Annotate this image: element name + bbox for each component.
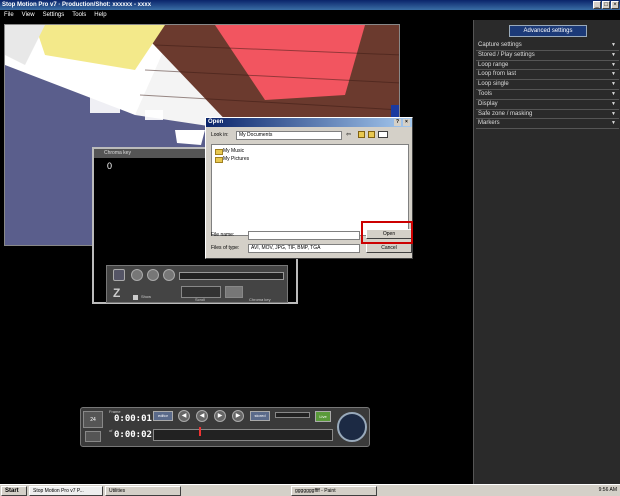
list-item[interactable]: My Pictures xyxy=(215,156,249,163)
back-icon[interactable]: ⇦ xyxy=(346,131,351,138)
show-checkbox[interactable] xyxy=(133,295,138,300)
stored-button[interactable]: stored xyxy=(250,411,270,421)
settings-row[interactable]: Loop range ▼ xyxy=(476,61,619,71)
list-item[interactable]: My Music xyxy=(215,148,244,155)
files-of-type-label: Files of type: xyxy=(211,245,240,251)
tolerance-slider[interactable] xyxy=(179,272,284,280)
capture-dial-icon[interactable] xyxy=(337,412,367,442)
dropdown-arrow-icon: ▼ xyxy=(611,81,616,88)
system-clock: 9:56 AM xyxy=(598,487,617,493)
fps-value: 24 xyxy=(90,417,96,423)
menu-file[interactable]: File xyxy=(4,12,14,18)
transport-bar: 24 Frame 0:00:01 of 0:00:02 editor ◀ ◀ ▶… xyxy=(80,407,370,447)
chroma-key-button[interactable] xyxy=(225,286,243,298)
open-dialog-title-text: Open xyxy=(208,119,224,125)
settings-row-label: Capture settings xyxy=(478,42,522,48)
taskbar-item-stop-motion[interactable]: Stop Motion Pro v7 P... xyxy=(29,485,103,496)
color-picker-button[interactable] xyxy=(163,269,175,281)
rewind-icon[interactable]: ◀ xyxy=(178,410,190,422)
dropdown-arrow-icon: ▼ xyxy=(611,71,616,78)
settings-row[interactable]: Capture settings ▼ xyxy=(476,41,619,51)
playhead-marker[interactable] xyxy=(199,427,201,436)
current-time: 0:00:01 xyxy=(114,414,152,424)
volume-slider[interactable] xyxy=(275,412,310,418)
dropdown-arrow-icon: ▼ xyxy=(611,120,616,127)
settings-row[interactable]: Markers ▼ xyxy=(476,119,619,130)
total-time: 0:00:02 xyxy=(114,430,152,440)
menu-bar: File View Settings Tools Help xyxy=(0,10,620,20)
chroma-value: 0 xyxy=(107,161,113,171)
settings-row[interactable]: Tools ▼ xyxy=(476,90,619,100)
highlight-box xyxy=(361,221,413,244)
step-forward-icon[interactable]: ▶ xyxy=(232,410,244,422)
open-folder-icon[interactable] xyxy=(113,269,125,281)
dropdown-arrow-icon: ▼ xyxy=(611,110,616,117)
window-title: Stop Motion Pro v7 · Production/Shot: xx… xyxy=(2,2,152,8)
timeline-slider[interactable] xyxy=(153,429,333,441)
menu-tools[interactable]: Tools xyxy=(72,12,86,18)
open-dialog-title: Open ? × xyxy=(206,118,412,127)
settings-row-label: Loop range xyxy=(478,61,509,68)
camera-icon[interactable] xyxy=(85,431,101,442)
look-in-select[interactable]: My Documents xyxy=(236,131,342,140)
dialog-close-button[interactable]: × xyxy=(403,119,410,126)
up-folder-icon[interactable] xyxy=(358,131,365,138)
chroma-key-label: Chroma key xyxy=(249,297,271,302)
settings-row-label: Loop single xyxy=(478,81,509,88)
live-button[interactable]: Live xyxy=(315,411,331,422)
settings-row[interactable]: Display ▼ xyxy=(476,100,619,110)
dropdown-arrow-icon: ▼ xyxy=(611,100,616,107)
dropdown-arrow-icon: ▼ xyxy=(611,61,616,68)
look-in-label: Look in: xyxy=(211,132,229,138)
play-icon[interactable]: ▶ xyxy=(214,410,226,422)
settings-row[interactable]: Stored / Play settings ▼ xyxy=(476,51,619,61)
minimize-button[interactable]: _ xyxy=(593,1,601,9)
settings-row[interactable]: Safe zone / masking ▼ xyxy=(476,110,619,120)
file-name-label: File name: xyxy=(211,232,235,238)
chroma-controls: Z Show Scroll Chroma key xyxy=(106,265,288,303)
new-folder-icon[interactable] xyxy=(368,131,375,138)
files-of-type-select[interactable]: AVI, MOV, JPG, TIF, BMP, TGA xyxy=(248,244,360,253)
settings-list: Capture settings ▼ Stored / Play settings… xyxy=(476,41,619,130)
file-name-field[interactable] xyxy=(248,231,360,240)
color-picker-button[interactable] xyxy=(131,269,143,281)
look-in-value: My Documents xyxy=(239,132,273,138)
maximize-button[interactable]: □ xyxy=(602,1,610,9)
settings-row[interactable]: Loop from last ▼ xyxy=(476,70,619,81)
menu-settings[interactable]: Settings xyxy=(43,12,65,18)
settings-row-label: Markers xyxy=(478,120,500,127)
settings-row-label: Display xyxy=(478,100,498,107)
show-label: Show xyxy=(141,294,152,299)
settings-row-label: Tools xyxy=(478,90,493,97)
close-button[interactable]: × xyxy=(611,1,619,9)
cancel-button[interactable]: Cancel xyxy=(366,243,412,253)
settings-row-label: Stored / Play settings xyxy=(478,51,535,58)
editor-button[interactable]: editor xyxy=(153,411,173,421)
step-back-icon[interactable]: ◀ xyxy=(196,410,208,422)
taskbar-item-utilities[interactable]: Utilities xyxy=(105,485,181,496)
advanced-settings-button[interactable]: Advanced settings xyxy=(509,25,587,37)
fps-box[interactable]: 24 xyxy=(83,411,103,428)
of-label: of xyxy=(109,428,113,433)
menu-view[interactable]: View xyxy=(22,12,35,18)
help-button[interactable]: ? xyxy=(394,119,401,126)
menu-help[interactable]: Help xyxy=(94,12,106,18)
dropdown-arrow-icon: ▼ xyxy=(611,90,616,97)
taskbar: Start Stop Motion Pro v7 P... Utilities … xyxy=(0,484,620,496)
settings-row-label: Loop from last xyxy=(478,71,517,78)
files-of-type-value: AVI, MOV, JPG, TIF, BMP, TGA xyxy=(251,245,321,251)
taskbar-item-paint[interactable]: gggggggffff - Paint xyxy=(291,485,377,496)
color-picker-button[interactable] xyxy=(147,269,159,281)
scroll-label: Scroll xyxy=(195,297,206,302)
start-button[interactable]: Start xyxy=(1,485,27,496)
settings-panel: Advanced settings Capture settings ▼ Stor… xyxy=(473,20,620,484)
settings-row-label: Safe zone / masking xyxy=(478,110,533,117)
title-bar: Stop Motion Pro v7 · Production/Shot: xx… xyxy=(0,0,620,10)
dropdown-arrow-icon: ▼ xyxy=(611,51,616,58)
z-icon: Z xyxy=(113,286,121,300)
view-menu-icon[interactable] xyxy=(378,131,388,138)
settings-row[interactable]: Loop single ▼ xyxy=(476,80,619,90)
dropdown-arrow-icon: ▼ xyxy=(611,42,616,48)
